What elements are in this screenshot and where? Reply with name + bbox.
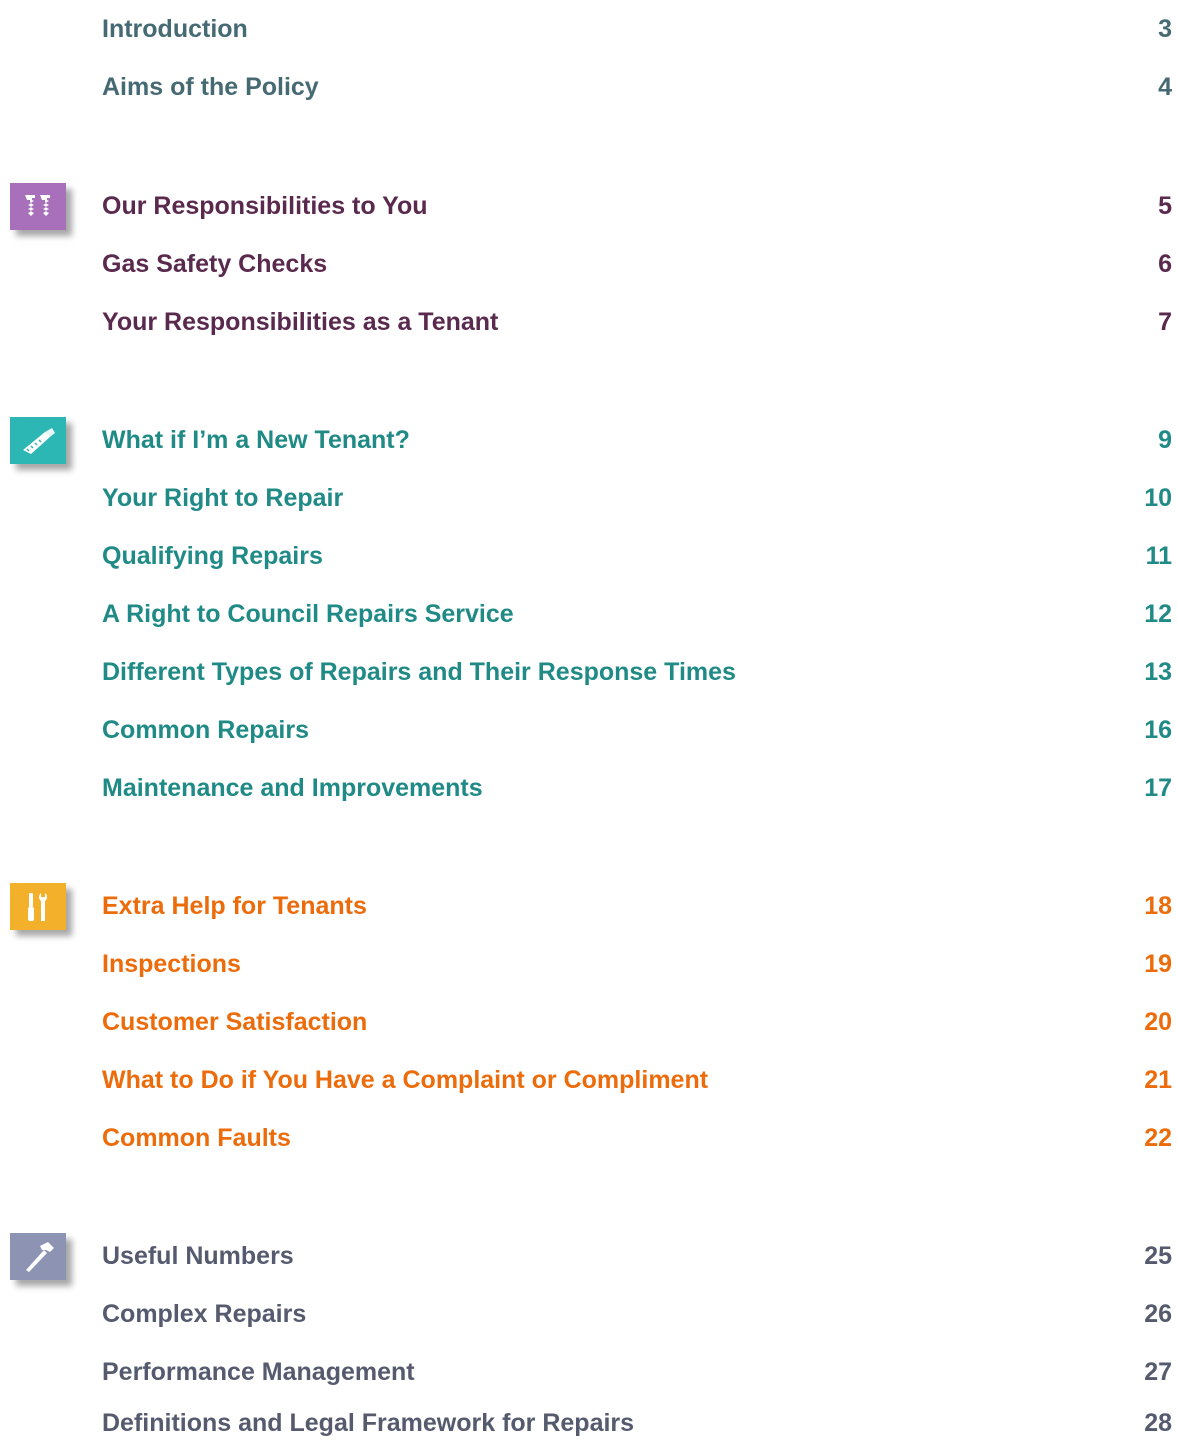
toc-entry[interactable]: Definitions and Legal Framework for Repa… [102, 1403, 1172, 1443]
toc-entry-title: Maintenance and Improvements [102, 774, 483, 802]
toc-entry[interactable]: Different Types of Repairs and Their Res… [102, 652, 1172, 692]
toc-entry-title: Inspections [102, 950, 241, 978]
toc-entry[interactable]: Complex Repairs 26 [102, 1294, 1172, 1334]
toc-entry[interactable]: Performance Management 27 [102, 1352, 1172, 1392]
toc-entry-page: 7 [1158, 308, 1172, 336]
toc-entry-title: Customer Satisfaction [102, 1008, 368, 1036]
toc-entry-page: 16 [1144, 716, 1172, 744]
screws-icon [10, 183, 66, 230]
toc-entry[interactable]: Our Responsibilities to You 5 [102, 186, 1172, 226]
toc-entry[interactable]: Qualifying Repairs 11 [102, 536, 1172, 576]
toc-entry-page: 5 [1158, 192, 1172, 220]
toc-entry[interactable]: Customer Satisfaction 20 [102, 1002, 1172, 1042]
toc-entry-title: What if I’m a New Tenant? [102, 426, 410, 454]
toc-entry[interactable]: Gas Safety Checks 6 [102, 244, 1172, 284]
toc-entry-page: 18 [1144, 892, 1172, 920]
toc-entry[interactable]: Aims of the Policy 4 [102, 67, 1172, 107]
toc-entry-title: Introduction [102, 15, 248, 43]
toc-entry-title: Different Types of Repairs and Their Res… [102, 658, 736, 686]
toc-entry-page: 21 [1144, 1066, 1172, 1094]
toc-entry[interactable]: Your Responsibilities as a Tenant 7 [102, 302, 1172, 342]
toc-entry-title: Common Faults [102, 1124, 291, 1152]
toc-entry-title: Aims of the Policy [102, 73, 319, 101]
toc-entry[interactable]: Common Repairs 16 [102, 710, 1172, 750]
toc-entry-page: 22 [1144, 1124, 1172, 1152]
toc-entry-title: Common Repairs [102, 716, 309, 744]
toc-entry-title: Complex Repairs [102, 1300, 307, 1328]
toc-entry-page: 10 [1144, 484, 1172, 512]
toc-entry-page: 11 [1145, 542, 1172, 570]
toc-entry-page: 3 [1158, 15, 1172, 43]
toc-entry-page: 12 [1144, 600, 1172, 628]
toc-entry[interactable]: What to Do if You Have a Complaint or Co… [102, 1060, 1172, 1100]
toc-entry-title: Your Responsibilities as a Tenant [102, 308, 499, 336]
toc-entry-page: 17 [1144, 774, 1172, 802]
toc-entry[interactable]: Useful Numbers 25 [102, 1236, 1172, 1276]
toc-entry-page: 27 [1144, 1358, 1172, 1386]
toc-entry-title: Extra Help for Tenants [102, 892, 367, 920]
toc-entry-page: 20 [1144, 1008, 1172, 1036]
toc-entry-page: 4 [1158, 73, 1172, 101]
toc-entry-page: 6 [1158, 250, 1172, 278]
toc-entry-title: Qualifying Repairs [102, 542, 323, 570]
toc-entry-page: 25 [1144, 1242, 1172, 1270]
saw-icon [10, 417, 66, 464]
toc-entry-title: Our Responsibilities to You [102, 192, 428, 220]
toc-entry[interactable]: Inspections 19 [102, 944, 1172, 984]
toc-entry-title: Gas Safety Checks [102, 250, 328, 278]
toc-entry[interactable]: Extra Help for Tenants 18 [102, 886, 1172, 926]
toc-entry[interactable]: What if I’m a New Tenant? 9 [102, 420, 1172, 460]
toc-entry[interactable]: Maintenance and Improvements 17 [102, 768, 1172, 808]
toc-entry-page: 19 [1144, 950, 1172, 978]
toc-entry-title: Your Right to Repair [102, 484, 344, 512]
toc-entry-page: 28 [1144, 1409, 1172, 1437]
toc-entry-page: 13 [1144, 658, 1172, 686]
toc-entry-title: A Right to Council Repairs Service [102, 600, 514, 628]
screwdriver-wrench-icon [10, 883, 66, 930]
toc-entry-title: What to Do if You Have a Complaint or Co… [102, 1066, 709, 1094]
toc-entry-title: Useful Numbers [102, 1242, 294, 1270]
toc-entry-page: 9 [1158, 426, 1172, 454]
toc-entry-title: Performance Management [102, 1358, 415, 1386]
toc-entry[interactable]: Introduction 3 [102, 9, 1172, 49]
toc-entry[interactable]: Your Right to Repair 10 [102, 478, 1172, 518]
toc-entry-page: 26 [1144, 1300, 1172, 1328]
toc-entry[interactable]: Common Faults 22 [102, 1118, 1172, 1158]
toc-entry[interactable]: A Right to Council Repairs Service 12 [102, 594, 1172, 634]
toc-entry-title: Definitions and Legal Framework for Repa… [102, 1409, 635, 1437]
hammer-icon [10, 1233, 66, 1280]
